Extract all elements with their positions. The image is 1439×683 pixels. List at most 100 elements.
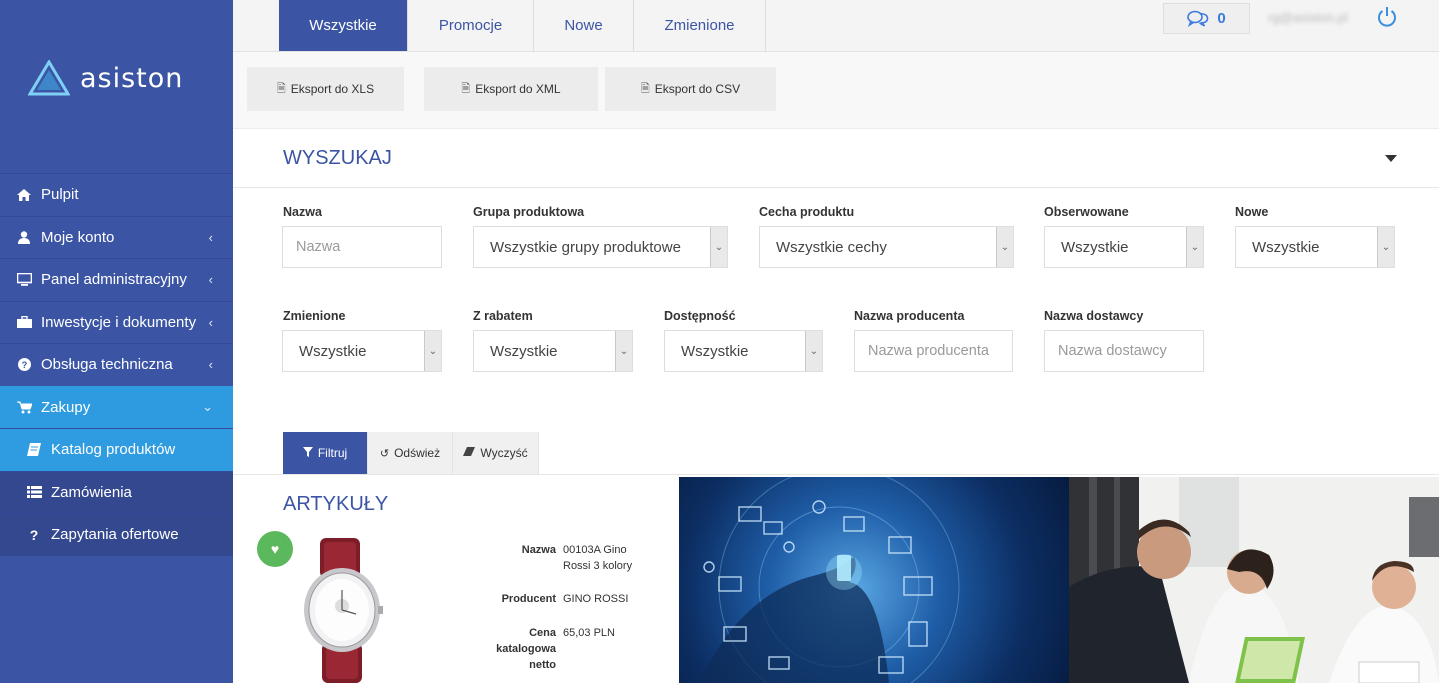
- monitor-icon: [16, 273, 32, 287]
- chevron-down-icon: ⌄: [202, 399, 213, 415]
- producent-input[interactable]: Nazwa producenta: [854, 330, 1013, 372]
- sidebar-item-moje-konto[interactable]: Moje konto ‹: [0, 215, 233, 259]
- power-icon[interactable]: [1376, 6, 1398, 28]
- chevron-down-icon: ⌄: [1377, 227, 1394, 267]
- obserwowane-select[interactable]: Wszystkie ⌄: [1044, 226, 1204, 268]
- chevron-left-icon: ‹: [208, 229, 213, 245]
- nazwa-label: Nazwa: [283, 205, 322, 219]
- divider: [233, 474, 1439, 475]
- zmienione-select[interactable]: Wszystkie ⌄: [282, 330, 442, 372]
- export-xls-label: Eksport do XLS: [290, 82, 375, 96]
- sidebar-item-label: Inwestycje i dokumenty: [41, 313, 197, 331]
- cecha-select-value: Wszystkie cechy: [776, 238, 887, 256]
- chevron-down-icon: ⌄: [424, 331, 441, 371]
- cecha-label: Cecha produktu: [759, 205, 855, 219]
- product-image[interactable]: [298, 538, 384, 683]
- producent-label: Nazwa producenta: [854, 309, 965, 323]
- export-toolbar: 🗎 Eksport do XLS 🗎 Eksport do XML 🗎 Eksp…: [233, 52, 1439, 129]
- briefcase-icon: [16, 316, 32, 329]
- export-csv-label: Eksport do CSV: [654, 82, 741, 96]
- tab-promocje[interactable]: Promocje: [408, 0, 534, 51]
- dostepnosc-select-value: Wszystkie: [681, 342, 749, 360]
- tab-nowe[interactable]: Nowe: [534, 0, 634, 51]
- articles-title: ARTYKUŁY: [283, 493, 389, 515]
- file-excel-icon: 🗎: [276, 82, 286, 95]
- export-xls-button[interactable]: 🗎 Eksport do XLS: [247, 67, 404, 111]
- clear-button[interactable]: Wyczyść: [453, 432, 539, 474]
- messages-button[interactable]: 0: [1163, 3, 1250, 34]
- favorite-heart-icon[interactable]: ♥: [257, 531, 293, 567]
- sidebar-item-label: Moje konto: [41, 228, 115, 246]
- sidebar-item-pulpit[interactable]: Pulpit: [0, 173, 233, 216]
- tab-zmienione[interactable]: Zmienione: [634, 0, 766, 51]
- export-csv-button[interactable]: 🗎 Eksport do CSV: [605, 67, 776, 111]
- sidebar-item-zakupy[interactable]: Zakupy ⌄: [0, 385, 233, 428]
- cecha-select[interactable]: Wszystkie cechy ⌄: [759, 226, 1014, 268]
- sidebar-item-obsluga-techniczna[interactable]: ? Obsługa techniczna ‹: [0, 343, 233, 386]
- sidebar-item-inwestycje[interactable]: Inwestycje i dokumenty ‹: [0, 300, 233, 344]
- sidebar-item-panel-administracyjny[interactable]: Panel administracyjny ‹: [0, 258, 233, 301]
- sidebar-item-zapytania-ofertowe[interactable]: ? Zapytania ofertowe: [0, 513, 233, 556]
- refresh-button[interactable]: ↺ Odśwież: [368, 432, 453, 474]
- zmienione-select-value: Wszystkie: [299, 342, 367, 360]
- sidebar-item-katalog-produktow[interactable]: Katalog produktów: [0, 428, 233, 471]
- home-icon: [16, 188, 32, 201]
- product-producer-value: GINO ROSSI: [563, 593, 629, 605]
- user-icon: [16, 231, 32, 244]
- chevron-left-icon: ‹: [208, 357, 213, 373]
- help-icon: ?: [16, 358, 32, 372]
- business-team-banner-image: [1069, 477, 1439, 683]
- tab-bar: Wszystkie Promocje Nowe Zmienione: [279, 0, 766, 51]
- chevron-down-icon: ⌄: [615, 331, 632, 371]
- dostepnosc-select[interactable]: Wszystkie ⌄: [664, 330, 823, 372]
- export-xml-button[interactable]: 🗎 Eksport do XML: [424, 67, 598, 111]
- sidebar-item-label: Panel administracyjny: [41, 271, 187, 289]
- chevron-down-icon: ⌄: [710, 227, 727, 267]
- chevron-left-icon: ‹: [208, 272, 213, 288]
- collapse-toggle-icon[interactable]: [1385, 155, 1397, 162]
- chevron-down-icon: ⌄: [805, 331, 822, 371]
- brand-name: asiston: [80, 62, 184, 94]
- rabat-select[interactable]: Wszystkie ⌄: [473, 330, 633, 372]
- cart-icon: [16, 401, 32, 414]
- product-price-label: Cena katalogowa netto: [496, 627, 556, 671]
- sidebar-item-zamowienia[interactable]: Zamówienia: [0, 470, 233, 513]
- dostawca-input[interactable]: Nazwa dostawcy: [1044, 330, 1204, 372]
- user-email[interactable]: rg@asiston.pl: [1268, 10, 1348, 25]
- clear-label: Wyczyść: [480, 446, 528, 460]
- sidebar-item-label: Obsługa techniczna: [41, 356, 173, 374]
- grupa-select[interactable]: Wszystkie grupy produktowe ⌄: [473, 226, 728, 268]
- refresh-icon: ↺: [379, 447, 390, 460]
- filter-label: Filtruj: [317, 446, 348, 460]
- messages-count: 0: [1217, 10, 1226, 27]
- export-xml-label: Eksport do XML: [475, 82, 561, 96]
- nowe-select-value: Wszystkie: [1252, 238, 1320, 256]
- svg-text:?: ?: [21, 360, 27, 370]
- file-code-icon: 🗎: [461, 82, 471, 95]
- list-icon: [26, 486, 42, 499]
- chevron-down-icon: ⌄: [996, 227, 1013, 267]
- nowe-label: Nowe: [1235, 205, 1269, 219]
- product-price-value: 65,03 PLN: [563, 627, 615, 639]
- filter-button[interactable]: Filtruj: [283, 432, 368, 474]
- sidebar-menu: Pulpit Moje konto ‹ Panel administracyjn…: [0, 173, 233, 556]
- tab-wszystkie[interactable]: Wszystkie: [279, 0, 408, 51]
- sidebar-item-label: Zakupy: [41, 398, 91, 416]
- chevron-down-icon: ⌄: [1186, 227, 1203, 267]
- nowe-select[interactable]: Wszystkie ⌄: [1235, 226, 1395, 268]
- divider: [233, 187, 1439, 188]
- dostepnosc-label: Dostępność: [664, 309, 736, 323]
- rabat-label: Z rabatem: [473, 309, 533, 323]
- eraser-icon: [463, 447, 476, 459]
- brand-logo[interactable]: asiston: [28, 58, 183, 98]
- nazwa-input[interactable]: Nazwa: [282, 226, 442, 268]
- rabat-select-value: Wszystkie: [490, 342, 558, 360]
- topbar: Wszystkie Promocje Nowe Zmienione 0 rg@a…: [233, 0, 1439, 52]
- logo-triangle-icon: [28, 60, 70, 96]
- refresh-label: Odśwież: [394, 446, 441, 460]
- obserwowane-label: Obserwowane: [1044, 205, 1129, 219]
- product-name-value[interactable]: 00103A Gino Rossi 3 kolory: [563, 542, 643, 574]
- sidebar-item-label: Zamówienia: [51, 483, 132, 501]
- grupa-select-value: Wszystkie grupy produktowe: [490, 238, 681, 256]
- sidebar-item-label: Zapytania ofertowe: [51, 526, 179, 544]
